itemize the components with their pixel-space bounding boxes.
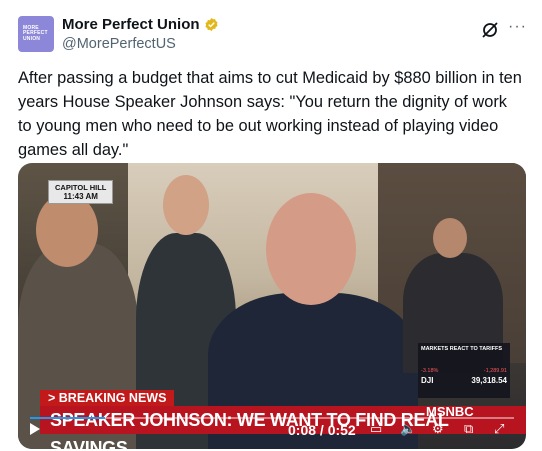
captions-icon[interactable]: ▭ bbox=[370, 421, 382, 437]
markets-title: MARKETS REACT TO TARIFFS bbox=[421, 346, 503, 352]
grok-icon[interactable] bbox=[480, 20, 500, 40]
reporter-head-left bbox=[36, 193, 98, 267]
markets-right-change: -1,289.91 bbox=[483, 368, 507, 374]
play-icon[interactable] bbox=[30, 423, 40, 435]
avatar[interactable]: MORE PERFECT UNION bbox=[18, 16, 54, 52]
more-options-icon[interactable]: ··· bbox=[508, 18, 527, 36]
video-player[interactable]: CAPITOL HILL 11:43 AM MARKETS REACT TO T… bbox=[18, 163, 526, 449]
settings-icon[interactable]: ⚙ bbox=[432, 421, 444, 437]
aide-head bbox=[163, 175, 209, 235]
location-label: CAPITOL HILL bbox=[55, 183, 107, 192]
author-name-row: More Perfect Union bbox=[62, 16, 219, 33]
breaking-news-label: > BREAKING NEWS bbox=[40, 390, 175, 406]
markets-left-change: -3.18% bbox=[421, 368, 439, 374]
progress-bar[interactable] bbox=[30, 417, 514, 419]
author-display-name[interactable]: More Perfect Union bbox=[62, 16, 200, 33]
avatar-line-3: UNION bbox=[23, 35, 41, 42]
background-head-right bbox=[433, 218, 467, 258]
volume-icon[interactable]: 🔈 bbox=[400, 421, 416, 437]
location-time: 11:43 AM bbox=[63, 192, 98, 201]
video-controls: 0:08 / 0:52 ▭ 🔈 ⚙ ⧉ ⤢ bbox=[18, 413, 526, 449]
speaker-head bbox=[266, 193, 356, 305]
tweet-text: After passing a budget that aims to cut … bbox=[18, 69, 522, 159]
verified-badge-icon[interactable] bbox=[204, 17, 219, 32]
picture-in-picture-icon[interactable]: ⧉ bbox=[464, 421, 473, 437]
fullscreen-icon[interactable]: ⤢ bbox=[494, 421, 504, 437]
location-badge: CAPITOL HILL 11:43 AM bbox=[48, 180, 114, 204]
progress-fill bbox=[30, 417, 105, 419]
markets-index-value: 39,318.54 bbox=[471, 376, 507, 385]
author-handle[interactable]: @MorePerfectUS bbox=[62, 36, 176, 52]
time-display: 0:08 / 0:52 bbox=[288, 422, 356, 438]
markets-index: DJI bbox=[421, 376, 434, 385]
